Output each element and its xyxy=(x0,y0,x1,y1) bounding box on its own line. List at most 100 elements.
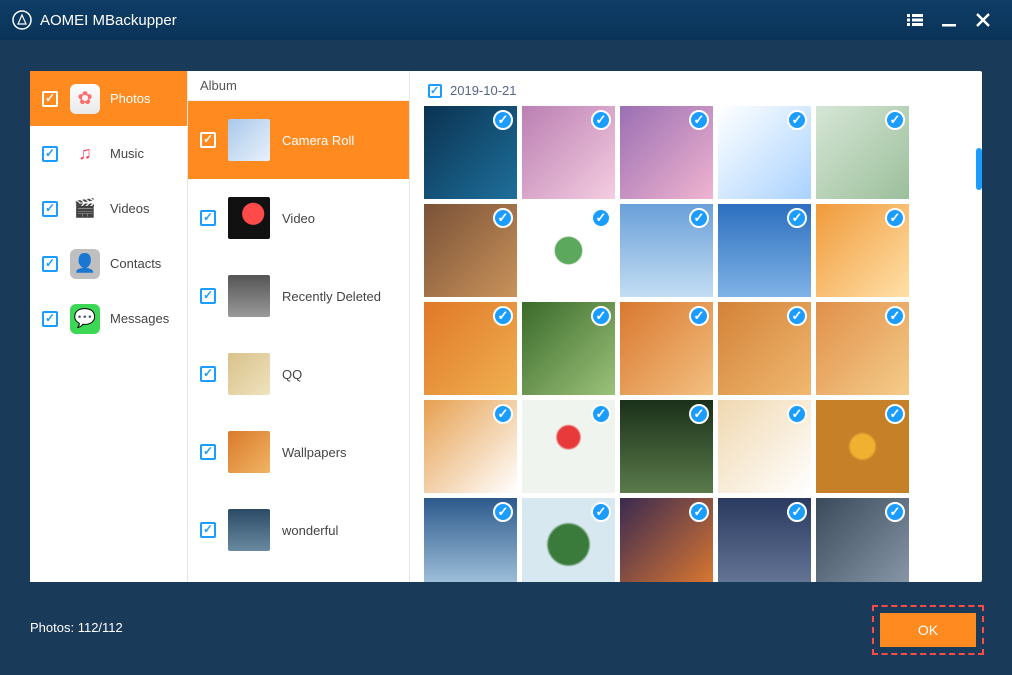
photo-grid: ✓ ✓ ✓ ✓ ✓ ✓ ✓ ✓ ✓ ✓ ✓ ✓ ✓ ✓ ✓ ✓ ✓ ✓ ✓ ✓ ✓ ✓ ✓ ✓ ✓ xyxy=(424,106,968,582)
album-checkbox[interactable] xyxy=(200,366,216,382)
album-list: Album Camera Roll Video Recently Deleted… xyxy=(188,71,410,582)
sidebar-checkbox[interactable] xyxy=(42,311,58,327)
album-thumb xyxy=(228,431,270,473)
photo-thumb[interactable]: ✓ xyxy=(424,498,517,582)
main-panel: ✿ Photos ♫ Music 🎬 Videos 👤 Contacts 💬 M… xyxy=(30,71,982,582)
photo-thumb[interactable]: ✓ xyxy=(620,400,713,493)
photo-thumb[interactable]: ✓ xyxy=(718,498,811,582)
album-checkbox[interactable] xyxy=(200,288,216,304)
selected-badge-icon: ✓ xyxy=(885,404,905,424)
photo-thumb[interactable]: ✓ xyxy=(620,106,713,199)
sidebar-label: Photos xyxy=(110,91,150,106)
album-thumb xyxy=(228,197,270,239)
photo-thumb[interactable]: ✓ xyxy=(718,302,811,395)
sidebar: ✿ Photos ♫ Music 🎬 Videos 👤 Contacts 💬 M… xyxy=(30,71,188,582)
album-thumb xyxy=(228,353,270,395)
selected-badge-icon: ✓ xyxy=(885,208,905,228)
photo-thumb[interactable]: ✓ xyxy=(620,302,713,395)
photo-thumb[interactable]: ✓ xyxy=(424,106,517,199)
photo-thumb[interactable]: ✓ xyxy=(522,204,615,297)
album-checkbox[interactable] xyxy=(200,210,216,226)
photo-thumb[interactable]: ✓ xyxy=(718,106,811,199)
selected-badge-icon: ✓ xyxy=(591,208,611,228)
photo-thumb[interactable]: ✓ xyxy=(522,498,615,582)
selected-badge-icon: ✓ xyxy=(493,404,513,424)
photo-thumb[interactable]: ✓ xyxy=(816,498,909,582)
album-label: QQ xyxy=(282,367,302,382)
selected-badge-icon: ✓ xyxy=(787,502,807,522)
selected-badge-icon: ✓ xyxy=(493,502,513,522)
photos-icon: ✿ xyxy=(70,84,100,114)
album-header: Album xyxy=(188,71,409,101)
sidebar-label: Music xyxy=(110,146,144,161)
selected-badge-icon: ✓ xyxy=(885,110,905,130)
album-label: Wallpapers xyxy=(282,445,347,460)
photo-thumb[interactable]: ✓ xyxy=(816,400,909,493)
sidebar-label: Videos xyxy=(110,201,150,216)
sidebar-checkbox[interactable] xyxy=(42,146,58,162)
selected-badge-icon: ✓ xyxy=(689,110,709,130)
selected-badge-icon: ✓ xyxy=(493,208,513,228)
sidebar-item-contacts[interactable]: 👤 Contacts xyxy=(30,236,187,291)
date-checkbox[interactable] xyxy=(428,84,442,98)
album-checkbox[interactable] xyxy=(200,444,216,460)
album-item[interactable]: Wallpapers xyxy=(188,413,409,491)
selected-badge-icon: ✓ xyxy=(689,306,709,326)
photo-thumb[interactable]: ✓ xyxy=(424,400,517,493)
album-item[interactable]: wonderful xyxy=(188,491,409,569)
selected-badge-icon: ✓ xyxy=(493,110,513,130)
scrollbar-thumb[interactable] xyxy=(976,148,982,190)
ok-button[interactable]: OK xyxy=(880,613,976,647)
photo-thumb[interactable]: ✓ xyxy=(816,106,909,199)
sidebar-item-music[interactable]: ♫ Music xyxy=(30,126,187,181)
sidebar-item-videos[interactable]: 🎬 Videos xyxy=(30,181,187,236)
selected-badge-icon: ✓ xyxy=(591,502,611,522)
album-label: Video xyxy=(282,211,315,226)
album-thumb xyxy=(228,275,270,317)
sidebar-item-photos[interactable]: ✿ Photos xyxy=(30,71,187,126)
album-label: wonderful xyxy=(282,523,338,538)
selected-badge-icon: ✓ xyxy=(787,208,807,228)
photo-thumb[interactable]: ✓ xyxy=(424,302,517,395)
date-group[interactable]: 2019-10-21 xyxy=(428,83,968,98)
selected-badge-icon: ✓ xyxy=(885,502,905,522)
selected-badge-icon: ✓ xyxy=(787,110,807,130)
sidebar-item-messages[interactable]: 💬 Messages xyxy=(30,291,187,346)
photo-thumb[interactable]: ✓ xyxy=(816,302,909,395)
album-label: Recently Deleted xyxy=(282,289,381,304)
album-checkbox[interactable] xyxy=(200,132,216,148)
album-item[interactable]: Video xyxy=(188,179,409,257)
selected-badge-icon: ✓ xyxy=(885,306,905,326)
list-view-icon[interactable] xyxy=(898,3,932,37)
photo-thumb[interactable]: ✓ xyxy=(522,106,615,199)
sidebar-checkbox[interactable] xyxy=(42,91,58,107)
selected-badge-icon: ✓ xyxy=(787,306,807,326)
photo-thumb[interactable]: ✓ xyxy=(718,204,811,297)
contacts-icon: 👤 xyxy=(70,249,100,279)
photo-thumb[interactable]: ✓ xyxy=(522,400,615,493)
album-thumb xyxy=(228,509,270,551)
album-item[interactable]: QQ xyxy=(188,335,409,413)
selected-badge-icon: ✓ xyxy=(591,306,611,326)
album-item[interactable]: Recently Deleted xyxy=(188,257,409,335)
selected-badge-icon: ✓ xyxy=(689,404,709,424)
photo-thumb[interactable]: ✓ xyxy=(620,204,713,297)
album-item[interactable]: Camera Roll xyxy=(188,101,409,179)
minimize-button[interactable] xyxy=(932,3,966,37)
selected-badge-icon: ✓ xyxy=(689,208,709,228)
sidebar-checkbox[interactable] xyxy=(42,256,58,272)
selected-badge-icon: ✓ xyxy=(493,306,513,326)
close-button[interactable] xyxy=(966,3,1000,37)
music-icon: ♫ xyxy=(70,139,100,169)
sidebar-checkbox[interactable] xyxy=(42,201,58,217)
status-count: Photos: 112/112 xyxy=(30,620,123,635)
album-label: Camera Roll xyxy=(282,133,354,148)
photo-thumb[interactable]: ✓ xyxy=(816,204,909,297)
sidebar-label: Contacts xyxy=(110,256,161,271)
album-thumb xyxy=(228,119,270,161)
photo-thumb[interactable]: ✓ xyxy=(620,498,713,582)
photo-thumb[interactable]: ✓ xyxy=(522,302,615,395)
photo-thumb[interactable]: ✓ xyxy=(718,400,811,493)
album-checkbox[interactable] xyxy=(200,522,216,538)
photo-thumb[interactable]: ✓ xyxy=(424,204,517,297)
